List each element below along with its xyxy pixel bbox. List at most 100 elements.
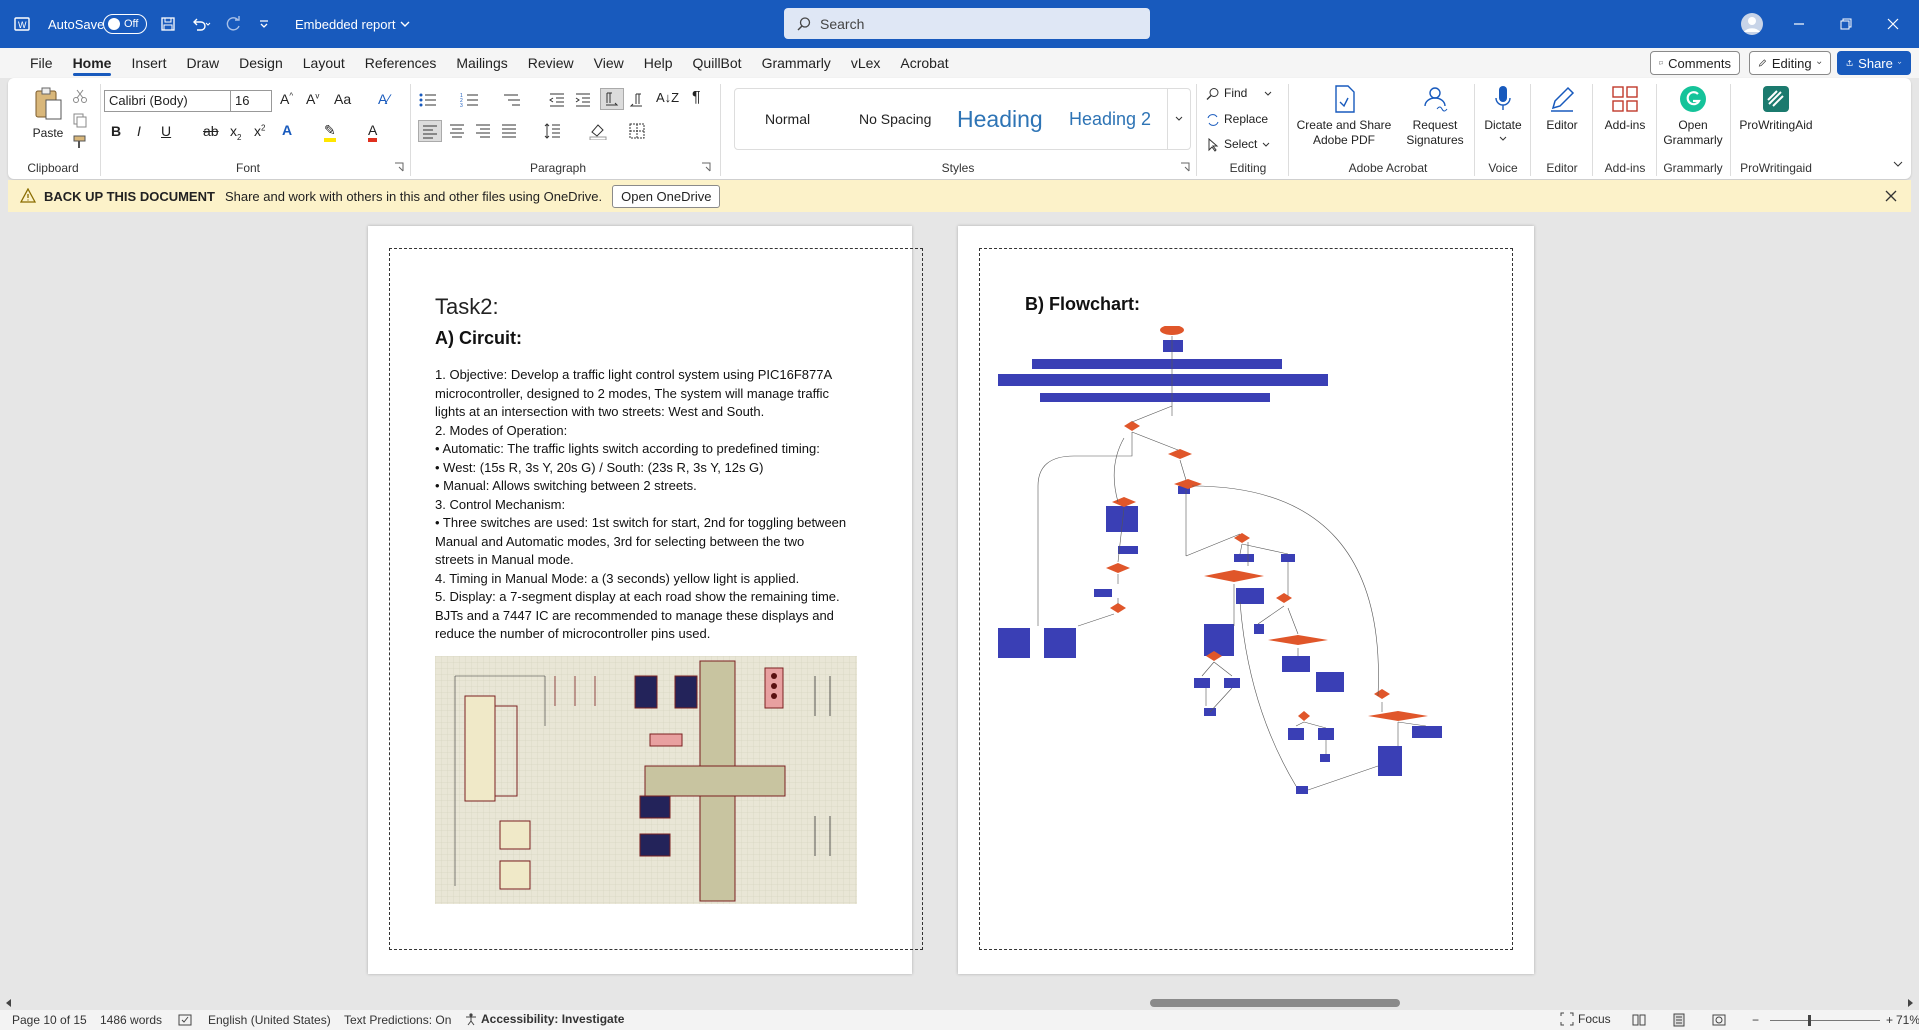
font-color-icon[interactable]: A: [368, 122, 378, 142]
restore-icon[interactable]: [1840, 0, 1852, 48]
tab-view[interactable]: View: [584, 48, 634, 78]
strikethrough-icon[interactable]: ab: [203, 123, 219, 139]
document-title[interactable]: Embedded report: [295, 0, 412, 48]
style-no-spacing[interactable]: No Spacing: [859, 89, 931, 149]
tab-references[interactable]: References: [355, 48, 447, 78]
focus-mode-button[interactable]: Focus: [1560, 1012, 1611, 1026]
language-indicator[interactable]: English (United States): [208, 1013, 331, 1027]
justify-icon[interactable]: [500, 122, 518, 140]
collapse-ribbon-icon[interactable]: [1892, 158, 1904, 170]
subscript-icon[interactable]: x2: [230, 123, 241, 142]
comments-button[interactable]: Comments: [1650, 51, 1740, 75]
shrink-font-icon[interactable]: Av: [306, 91, 319, 107]
cut-icon[interactable]: [72, 88, 88, 104]
redo-icon[interactable]: [226, 0, 242, 48]
scroll-left-icon[interactable]: [4, 998, 14, 1008]
underline-icon[interactable]: U: [161, 123, 171, 139]
close-icon[interactable]: [1887, 0, 1899, 48]
dialog-launcher-icon[interactable]: [394, 162, 404, 172]
align-right-icon[interactable]: [474, 122, 492, 140]
page-indicator[interactable]: Page 10 of 15: [12, 1013, 87, 1027]
tab-design[interactable]: Design: [229, 48, 293, 78]
proofing-icon[interactable]: [178, 1014, 192, 1026]
superscript-icon[interactable]: x2: [254, 123, 265, 139]
read-mode-icon[interactable]: [1632, 1014, 1646, 1026]
dialog-launcher-icon[interactable]: [701, 162, 711, 172]
clear-formatting-icon[interactable]: A∕: [378, 91, 390, 107]
rtl-icon[interactable]: [628, 92, 646, 108]
style-heading[interactable]: Heading: [957, 89, 1043, 149]
numbering-icon[interactable]: 123: [460, 92, 480, 108]
scrollbar-thumb[interactable]: [1150, 999, 1400, 1007]
style-normal[interactable]: Normal: [765, 89, 810, 149]
editing-mode-button[interactable]: Editing: [1749, 51, 1831, 75]
zoom-level[interactable]: 71%: [1896, 1013, 1919, 1027]
bullets-icon[interactable]: [418, 92, 438, 108]
change-case-icon[interactable]: Aa: [334, 91, 351, 107]
shading-icon[interactable]: [588, 122, 608, 140]
sort-icon[interactable]: A↓Z: [656, 90, 679, 105]
accessibility-status[interactable]: Accessibility: Investigate: [464, 1012, 624, 1026]
highlight-icon[interactable]: ✎: [324, 122, 336, 142]
tab-quillbot[interactable]: QuillBot: [683, 48, 752, 78]
borders-icon[interactable]: [628, 122, 646, 140]
save-icon[interactable]: [160, 0, 176, 48]
align-left-button[interactable]: [418, 120, 442, 142]
zoom-slider-handle[interactable]: [1808, 1015, 1811, 1026]
share-button[interactable]: Share: [1837, 51, 1911, 75]
line-spacing-icon[interactable]: [544, 122, 562, 140]
close-icon[interactable]: [1885, 190, 1897, 202]
dictate-button[interactable]: Dictate: [1478, 84, 1528, 148]
zoom-slider[interactable]: [1770, 1020, 1880, 1021]
text-predictions-status[interactable]: Text Predictions: On: [344, 1013, 451, 1027]
font-name-select[interactable]: Calibri (Body): [104, 90, 234, 112]
web-layout-icon[interactable]: [1712, 1013, 1726, 1027]
align-center-icon[interactable]: [448, 122, 466, 140]
show-formatting-icon[interactable]: ¶: [692, 89, 701, 107]
tab-file[interactable]: File: [20, 48, 63, 78]
addins-button[interactable]: Add-ins: [1596, 84, 1654, 133]
tab-vlex[interactable]: vLex: [841, 48, 891, 78]
zoom-in-icon[interactable]: +: [1886, 1013, 1893, 1027]
italic-icon[interactable]: I: [137, 123, 141, 139]
zoom-out-icon[interactable]: −: [1752, 1013, 1759, 1027]
print-layout-icon[interactable]: [1672, 1013, 1686, 1027]
style-heading-2[interactable]: Heading 2: [1069, 89, 1151, 149]
request-signatures-button[interactable]: Request Signatures: [1398, 84, 1472, 148]
minimize-icon[interactable]: [1793, 0, 1805, 48]
create-pdf-button[interactable]: Create and Share Adobe PDF: [1296, 84, 1392, 148]
horizontal-scrollbar[interactable]: [0, 996, 1919, 1010]
multilevel-list-icon[interactable]: [502, 92, 522, 108]
tab-home[interactable]: Home: [63, 48, 122, 78]
grow-font-icon[interactable]: A^: [280, 91, 293, 107]
search-input[interactable]: Search: [784, 8, 1150, 39]
tab-help[interactable]: Help: [634, 48, 683, 78]
decrease-indent-icon[interactable]: [548, 92, 566, 108]
prowritingaid-button[interactable]: ProWritingAid: [1734, 84, 1818, 133]
paste-button[interactable]: Paste: [22, 86, 74, 141]
tab-grammarly[interactable]: Grammarly: [752, 48, 841, 78]
tab-layout[interactable]: Layout: [293, 48, 355, 78]
text-effects-icon[interactable]: A: [282, 122, 292, 138]
find-button[interactable]: Find: [1206, 86, 1273, 101]
scroll-right-icon[interactable]: [1905, 998, 1915, 1008]
customize-toolbar-icon[interactable]: [258, 0, 270, 48]
open-onedrive-button[interactable]: Open OneDrive: [612, 184, 721, 208]
word-count[interactable]: 1486 words: [100, 1013, 162, 1027]
undo-icon[interactable]: [190, 0, 212, 48]
increase-indent-icon[interactable]: [574, 92, 592, 108]
font-size-select[interactable]: 16: [230, 90, 272, 112]
tab-review[interactable]: Review: [518, 48, 584, 78]
account-avatar[interactable]: [1740, 0, 1764, 48]
bold-icon[interactable]: B: [111, 123, 121, 139]
copy-icon[interactable]: [72, 112, 88, 128]
tab-insert[interactable]: Insert: [121, 48, 176, 78]
tab-mailings[interactable]: Mailings: [446, 48, 517, 78]
tab-draw[interactable]: Draw: [176, 48, 229, 78]
editor-button[interactable]: Editor: [1534, 84, 1590, 133]
word-icon[interactable]: W: [14, 0, 30, 48]
format-painter-icon[interactable]: [72, 134, 88, 150]
ltr-button[interactable]: [600, 88, 624, 110]
styles-more-button[interactable]: [1167, 89, 1190, 149]
select-button[interactable]: Select: [1206, 137, 1271, 152]
